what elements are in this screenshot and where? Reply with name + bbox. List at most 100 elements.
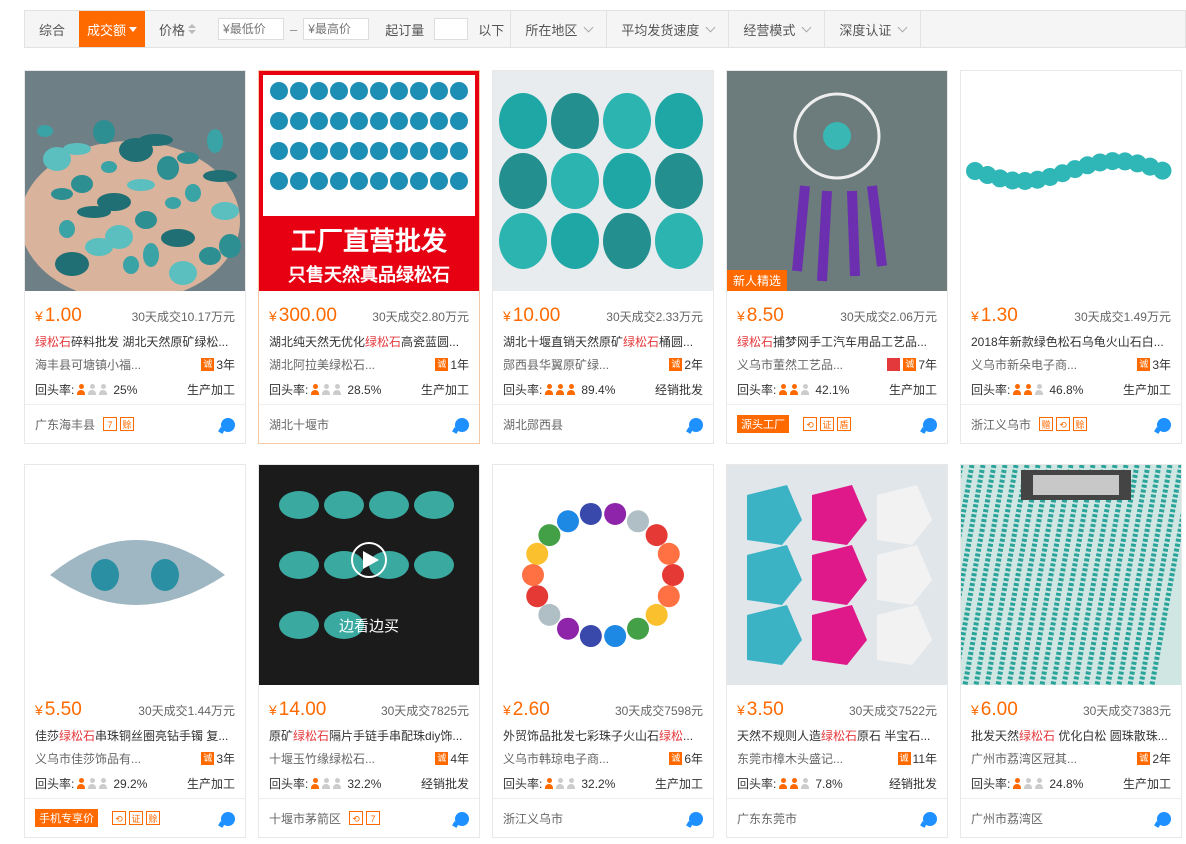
repeat-label: 回头率: [35, 383, 75, 397]
card-footer: 浙江义乌市 [493, 798, 713, 837]
product-image[interactable] [493, 465, 713, 685]
location: 广东海丰县 [35, 417, 96, 432]
sales-volume: 30天成交7598元 [614, 704, 703, 718]
product-image[interactable]: 新人精选 [727, 71, 947, 291]
person-icon [566, 778, 576, 789]
company-name[interactable]: 湖北阿拉美绿松石... [269, 356, 389, 373]
product-card[interactable]: 新人精选 ¥8.50 30天成交2.06万元 绿松石捕梦网手工汽车用品工艺品..… [726, 70, 948, 444]
product-image[interactable] [961, 71, 1181, 291]
repeat-label: 回头率: [737, 777, 777, 791]
repeat-row: 回头率: 32.2% 生产加工 [503, 775, 703, 792]
sort-arrows-icon [188, 24, 197, 34]
company-row: 广州市荔湾区冠其... 诚 2年 [971, 750, 1171, 767]
repeat-row: 回头率: 28.5% 生产加工 [269, 381, 469, 398]
product-price: ¥5.50 [35, 699, 82, 720]
company-name[interactable]: 海丰县可塘镇小福... [35, 356, 155, 373]
product-card[interactable]: ¥1.30 30天成交1.49万元 2018年新款绿色松石乌龟火山石白... 义… [960, 70, 1182, 444]
product-card[interactable]: ¥3.50 30天成交7522元 天然不规则人造绿松石原石 半宝石... 东莞市… [726, 464, 948, 838]
sort-comprehensive-label: 综合 [39, 22, 66, 38]
chat-icon[interactable] [221, 812, 235, 826]
chat-icon[interactable] [923, 418, 937, 432]
product-title[interactable]: 绿松石捕梦网手工汽车用品工艺品... [737, 333, 937, 350]
chat-icon[interactable] [1157, 812, 1171, 826]
company-name[interactable]: 广州市荔湾区冠其... [971, 750, 1091, 767]
person-icon [1023, 778, 1033, 789]
moq-filter: 起订量 以下 [375, 11, 510, 47]
membership-years: 诚 6年 [669, 752, 703, 766]
business-mode: 生产加工 [888, 383, 937, 397]
person-icon [87, 778, 97, 789]
min-price-input[interactable] [218, 18, 285, 40]
location: 广州市荔湾区 [971, 811, 1044, 826]
company-name[interactable]: 义乌市佳莎饰品有... [35, 750, 155, 767]
company-name[interactable]: 东莞市樟木头盛记... [737, 750, 857, 767]
moq-input[interactable] [434, 18, 469, 40]
sales-volume: 30天成交1.49万元 [1074, 310, 1171, 324]
product-card[interactable]: ¥6.00 30天成交7383元 批发天然绿松石 优化白松 圆珠散珠... 广州… [960, 464, 1182, 838]
product-card[interactable]: ¥10.00 30天成交2.33万元 湖北十堰直销天然原矿绿松石桶圆... 郧西… [492, 70, 714, 444]
chat-icon[interactable] [455, 418, 469, 432]
sort-price[interactable]: 价格 [145, 11, 210, 47]
business-mode-dropdown[interactable]: 经营模式 [728, 11, 824, 47]
max-price-input[interactable] [303, 18, 370, 40]
company-row: 湖北阿拉美绿松石... 诚 1年 [269, 356, 469, 373]
product-image[interactable]: 工厂直营批发 只售天然真品绿松石 [259, 71, 479, 291]
company-name[interactable]: 十堰玉竹缘绿松石... [269, 750, 389, 767]
business-mode-label: 经营模式 [743, 22, 796, 38]
chevron-down-icon [897, 22, 908, 32]
sort-comprehensive[interactable]: 综合 [25, 11, 79, 47]
product-image[interactable] [25, 465, 245, 685]
sales-volume: 30天成交7522元 [848, 704, 937, 718]
chat-icon[interactable] [455, 812, 469, 826]
person-icon [98, 778, 108, 789]
service-badge-icon: ⟲ [112, 811, 126, 825]
product-title[interactable]: 湖北十堰直销天然原矿绿松石桶圆... [503, 333, 703, 350]
sort-volume[interactable]: 成交额 [79, 11, 146, 47]
company-name[interactable]: 义乌市韩琼电子商... [503, 750, 623, 767]
price-row: ¥3.50 30天成交7522元 [737, 699, 937, 721]
product-price: ¥300.00 [269, 305, 337, 326]
person-icon [332, 384, 342, 395]
company-name[interactable]: 郧西县华翼原矿绿... [503, 356, 623, 373]
product-title[interactable]: 绿松石碎料批发 湖北天然原矿绿松... [35, 333, 235, 350]
chat-icon[interactable] [689, 812, 703, 826]
product-title[interactable]: 天然不规则人造绿松石原石 半宝石... [737, 727, 937, 744]
product-image[interactable] [25, 71, 245, 291]
chat-icon[interactable] [689, 418, 703, 432]
chengxin-icon: 诚 [1137, 358, 1151, 371]
chevron-down-icon [705, 22, 716, 32]
company-name[interactable]: 义乌市新朵电子商... [971, 356, 1091, 373]
product-price: ¥2.60 [503, 699, 550, 720]
chat-icon[interactable] [1157, 418, 1171, 432]
product-title[interactable]: 批发天然绿松石 优化白松 圆珠散珠... [971, 727, 1171, 744]
sales-volume: 30天成交2.80万元 [372, 310, 469, 324]
certification-dropdown[interactable]: 深度认证 [824, 11, 922, 47]
cover-live-label: 边看边买 [338, 618, 399, 635]
product-card[interactable]: ¥5.50 30天成交1.44万元 佳莎绿松石串珠铜丝圈亮钻手镯 复... 义乌… [24, 464, 246, 838]
chat-icon[interactable] [923, 812, 937, 826]
shipping-speed-dropdown[interactable]: 平均发货速度 [606, 11, 728, 47]
product-title[interactable]: 湖北纯天然无优化绿松石高瓷蓝圆... [269, 333, 469, 350]
product-title[interactable]: 原矿绿松石隔片手链手串配珠diy饰... [269, 727, 469, 744]
repeat-rate: 7.8% [815, 776, 843, 791]
repeat-label: 回头率: [971, 383, 1011, 397]
product-title[interactable]: 外贸饰品批发七彩珠子火山石绿松... [503, 727, 703, 744]
chat-icon[interactable] [221, 418, 235, 432]
card-footer: 广东东莞市 [727, 798, 947, 837]
product-title[interactable]: 佳莎绿松石串珠铜丝圈亮钻手镯 复... [35, 727, 235, 744]
product-card[interactable]: ¥2.60 30天成交7598元 外贸饰品批发七彩珠子火山石绿松... 义乌市韩… [492, 464, 714, 838]
region-dropdown[interactable]: 所在地区 [510, 11, 606, 47]
product-image[interactable]: 边看边买 [259, 465, 479, 685]
person-icon [800, 384, 810, 395]
product-card[interactable]: ¥1.00 30天成交10.17万元 绿松石碎料批发 湖北天然原矿绿松... 海… [24, 70, 246, 444]
person-icon [566, 384, 576, 395]
cover-subline: 只售天然真品绿松石 [288, 265, 450, 285]
person-icon [789, 778, 799, 789]
product-image[interactable] [727, 465, 947, 685]
company-name[interactable]: 义乌市董然工艺品... [737, 356, 857, 373]
product-card[interactable]: 工厂直营批发 只售天然真品绿松石 ¥300.00 30天成交2.80万元 湖北纯… [258, 70, 480, 444]
product-image[interactable] [493, 71, 713, 291]
product-title[interactable]: 2018年新款绿色松石乌龟火山石白... [971, 333, 1171, 350]
product-image[interactable] [961, 465, 1181, 685]
product-card[interactable]: 边看边买 ¥14.00 30天成交7825元 原矿绿松石隔片手链手串配珠diy饰… [258, 464, 480, 838]
